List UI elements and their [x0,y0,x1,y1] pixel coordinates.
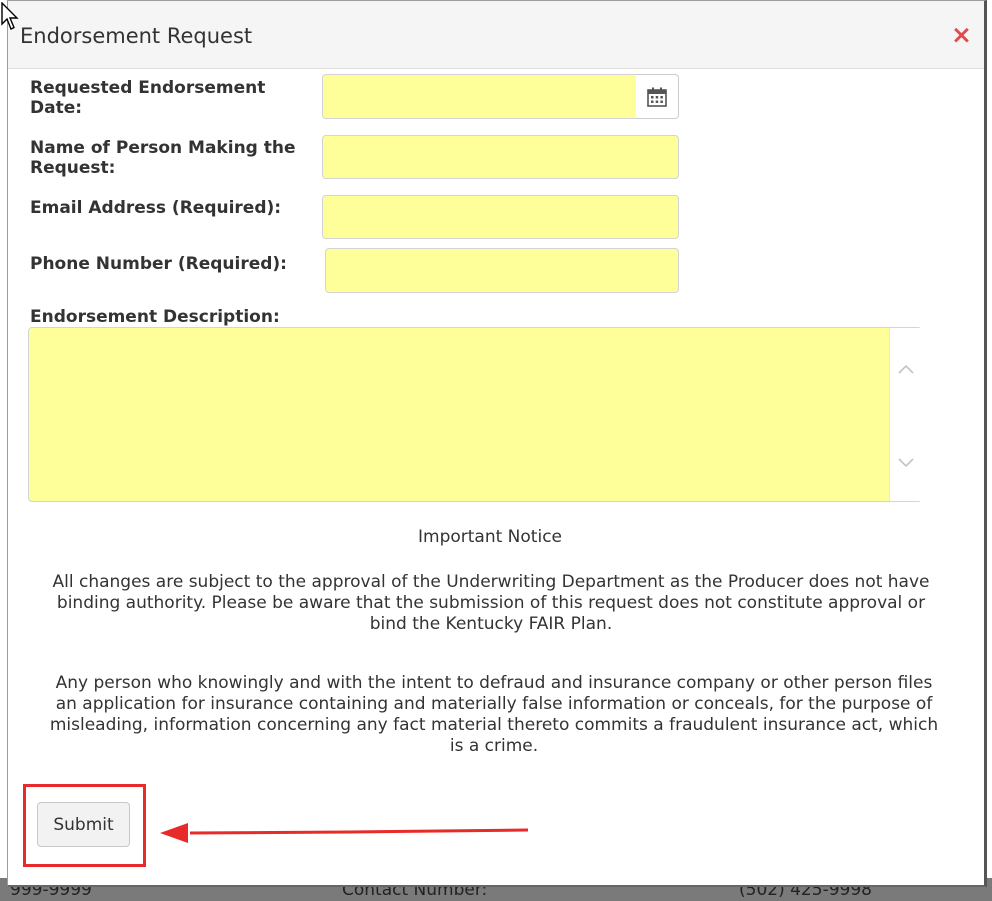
name-label: Name of Person Making the Request: [30,138,296,178]
name-input[interactable] [322,135,679,179]
phone-input[interactable] [325,248,679,293]
email-input[interactable] [322,195,679,239]
mouse-cursor-icon [1,2,19,30]
date-label: Requested Endorsement Date: [30,78,266,118]
close-icon[interactable]: × [951,21,972,49]
calendar-icon [647,87,667,107]
notice-paragraph-approval: All changes are subject to the approval … [52,572,930,634]
scroll-up-icon[interactable] [898,364,914,374]
date-input[interactable] [322,74,644,119]
submit-button[interactable]: Submit [37,802,130,847]
phone-label: Phone Number (Required): [30,254,287,274]
notice-paragraph-fraud: Any person who knowingly and with the in… [49,673,939,756]
scroll-down-icon[interactable] [898,458,914,468]
description-textarea[interactable] [28,327,922,502]
textarea-scrollbar[interactable] [889,328,922,501]
dialog-titlebar: Endorsement Request × [8,1,984,69]
annotation-arrow [160,823,529,843]
important-notice-heading: Important Notice [418,527,562,547]
calendar-button[interactable] [636,74,679,119]
dialog-title: Endorsement Request [20,24,253,48]
email-label: Email Address (Required): [30,198,282,218]
description-label: Endorsement Description: [30,307,280,327]
